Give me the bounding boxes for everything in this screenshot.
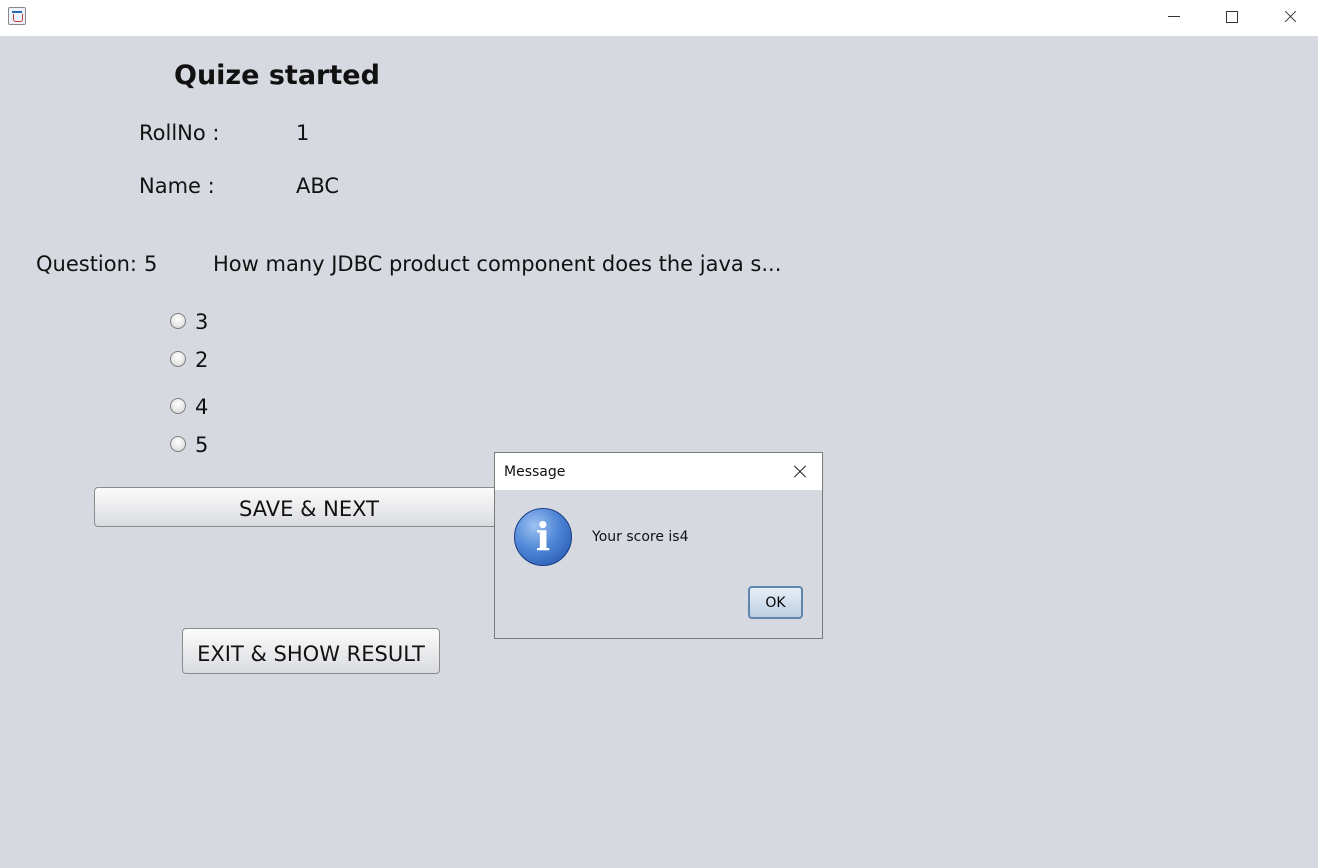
dialog-titlebar: Message (495, 453, 822, 490)
exit-show-result-button[interactable]: EXIT & SHOW RESULT (182, 628, 440, 674)
message-dialog: Message i Your score is4 OK (494, 452, 823, 639)
radio-circle-icon[interactable] (170, 398, 186, 414)
info-icon: i (514, 508, 572, 566)
rollno-label: RollNo : (139, 121, 220, 145)
rollno-value: 1 (296, 121, 310, 145)
question-number: 5 (144, 252, 158, 276)
radio-circle-icon[interactable] (170, 436, 186, 452)
ok-button[interactable]: OK (748, 586, 803, 619)
page-title: Quize started (174, 60, 380, 91)
radio-circle-icon[interactable] (170, 351, 186, 367)
maximize-button[interactable] (1203, 0, 1261, 34)
name-value: ABC (296, 174, 340, 198)
close-window-button[interactable] (1261, 0, 1319, 34)
question-label: Question: (36, 252, 138, 276)
option-label: 5 (195, 433, 209, 457)
radio-circle-icon[interactable] (170, 313, 186, 329)
minimize-button[interactable] (1145, 0, 1203, 34)
option-label: 3 (195, 310, 209, 334)
dialog-title: Message (504, 464, 566, 480)
java-cup-icon (8, 7, 26, 25)
window-titlebar (0, 0, 1321, 36)
dialog-close-button[interactable] (791, 463, 809, 481)
save-next-button[interactable]: SAVE & NEXT (94, 487, 524, 527)
dialog-message: Your score is4 (592, 529, 689, 545)
name-label: Name : (139, 174, 215, 198)
option-label: 2 (195, 348, 209, 372)
option-label: 4 (195, 395, 209, 419)
question-text: How many JDBC product component does the… (213, 252, 782, 276)
